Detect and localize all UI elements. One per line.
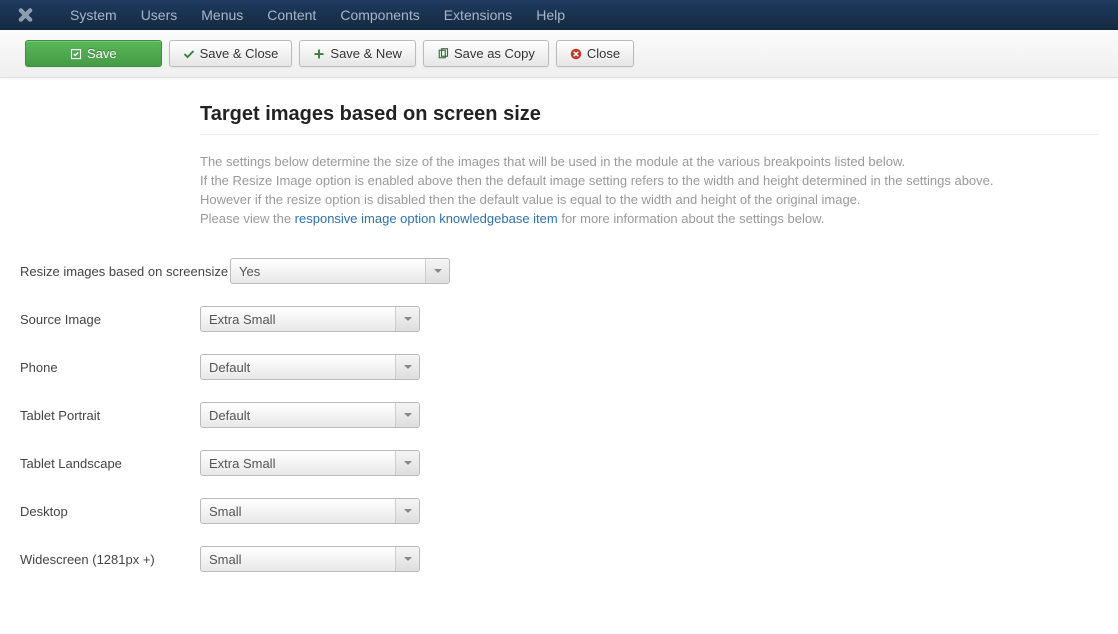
close-button[interactable]: Close <box>556 40 634 67</box>
source-label: Source Image <box>20 312 200 327</box>
content-area: Target images based on screen size The s… <box>0 78 1118 634</box>
desc-line-4: Please view the responsive image option … <box>200 210 1098 229</box>
tablet-portrait-label: Tablet Portrait <box>20 408 200 423</box>
phone-label: Phone <box>20 360 200 375</box>
save-copy-button[interactable]: Save as Copy <box>423 40 549 67</box>
resize-label: Resize images based on screensize <box>20 264 230 279</box>
widescreen-label: Widescreen (1281px +) <box>20 552 200 567</box>
action-toolbar: Save Save & Close Save & New Save as Cop… <box>0 30 1118 78</box>
chevron-down-icon <box>395 451 419 475</box>
row-resize: Resize images based on screensize Yes <box>20 258 1098 284</box>
desc-line-1: The settings below determine the size of… <box>200 153 1098 172</box>
source-select[interactable]: Extra Small <box>200 306 420 332</box>
desktop-label: Desktop <box>20 504 200 519</box>
save-close-label: Save & Close <box>200 46 279 61</box>
desktop-value: Small <box>209 504 242 519</box>
row-source: Source Image Extra Small <box>20 306 1098 332</box>
kb-link[interactable]: responsive image option knowledgebase it… <box>295 211 558 226</box>
nav-menus[interactable]: Menus <box>189 7 255 23</box>
apply-icon <box>70 48 82 60</box>
tablet-portrait-value: Default <box>209 408 250 423</box>
tablet-landscape-select[interactable]: Extra Small <box>200 450 420 476</box>
resize-value: Yes <box>239 264 260 279</box>
source-value: Extra Small <box>209 312 275 327</box>
row-widescreen: Widescreen (1281px +) Small <box>20 546 1098 572</box>
nav-users[interactable]: Users <box>129 7 190 23</box>
close-label: Close <box>587 46 620 61</box>
row-phone: Phone Default <box>20 354 1098 380</box>
phone-select[interactable]: Default <box>200 354 420 380</box>
resize-select[interactable]: Yes <box>230 258 450 284</box>
chevron-down-icon <box>395 355 419 379</box>
save-label: Save <box>87 46 117 61</box>
check-icon <box>183 48 195 60</box>
nav-help[interactable]: Help <box>524 7 577 23</box>
section-title: Target images based on screen size <box>200 103 1098 126</box>
plus-icon <box>313 48 325 60</box>
section-header: Target images based on screen size <box>200 93 1098 135</box>
top-navbar: System Users Menus Content Components Ex… <box>0 0 1118 30</box>
widescreen-value: Small <box>209 552 242 567</box>
chevron-down-icon <box>395 547 419 571</box>
phone-value: Default <box>209 360 250 375</box>
nav-content[interactable]: Content <box>255 7 328 23</box>
desc-line-2: If the Resize Image option is enabled ab… <box>200 172 1098 191</box>
chevron-down-icon <box>395 499 419 523</box>
tablet-portrait-select[interactable]: Default <box>200 402 420 428</box>
section-description: The settings below determine the size of… <box>200 153 1098 228</box>
nav-components[interactable]: Components <box>328 7 431 23</box>
save-copy-label: Save as Copy <box>454 46 535 61</box>
copy-icon <box>437 48 449 60</box>
nav-system[interactable]: System <box>58 7 129 23</box>
close-icon <box>570 48 582 60</box>
save-new-button[interactable]: Save & New <box>299 40 416 67</box>
chevron-down-icon <box>395 307 419 331</box>
desktop-select[interactable]: Small <box>200 498 420 524</box>
row-desktop: Desktop Small <box>20 498 1098 524</box>
row-tablet-portrait: Tablet Portrait Default <box>20 402 1098 428</box>
nav-extensions[interactable]: Extensions <box>432 7 524 23</box>
tablet-landscape-value: Extra Small <box>209 456 275 471</box>
save-new-label: Save & New <box>330 46 402 61</box>
desc-line-3: However if the resize option is disabled… <box>200 191 1098 210</box>
row-tablet-landscape: Tablet Landscape Extra Small <box>20 450 1098 476</box>
widescreen-select[interactable]: Small <box>200 546 420 572</box>
chevron-down-icon <box>425 259 449 283</box>
joomla-logo-icon[interactable] <box>15 6 33 24</box>
tablet-landscape-label: Tablet Landscape <box>20 456 200 471</box>
save-close-button[interactable]: Save & Close <box>169 40 293 67</box>
save-button[interactable]: Save <box>25 40 162 67</box>
chevron-down-icon <box>395 403 419 427</box>
